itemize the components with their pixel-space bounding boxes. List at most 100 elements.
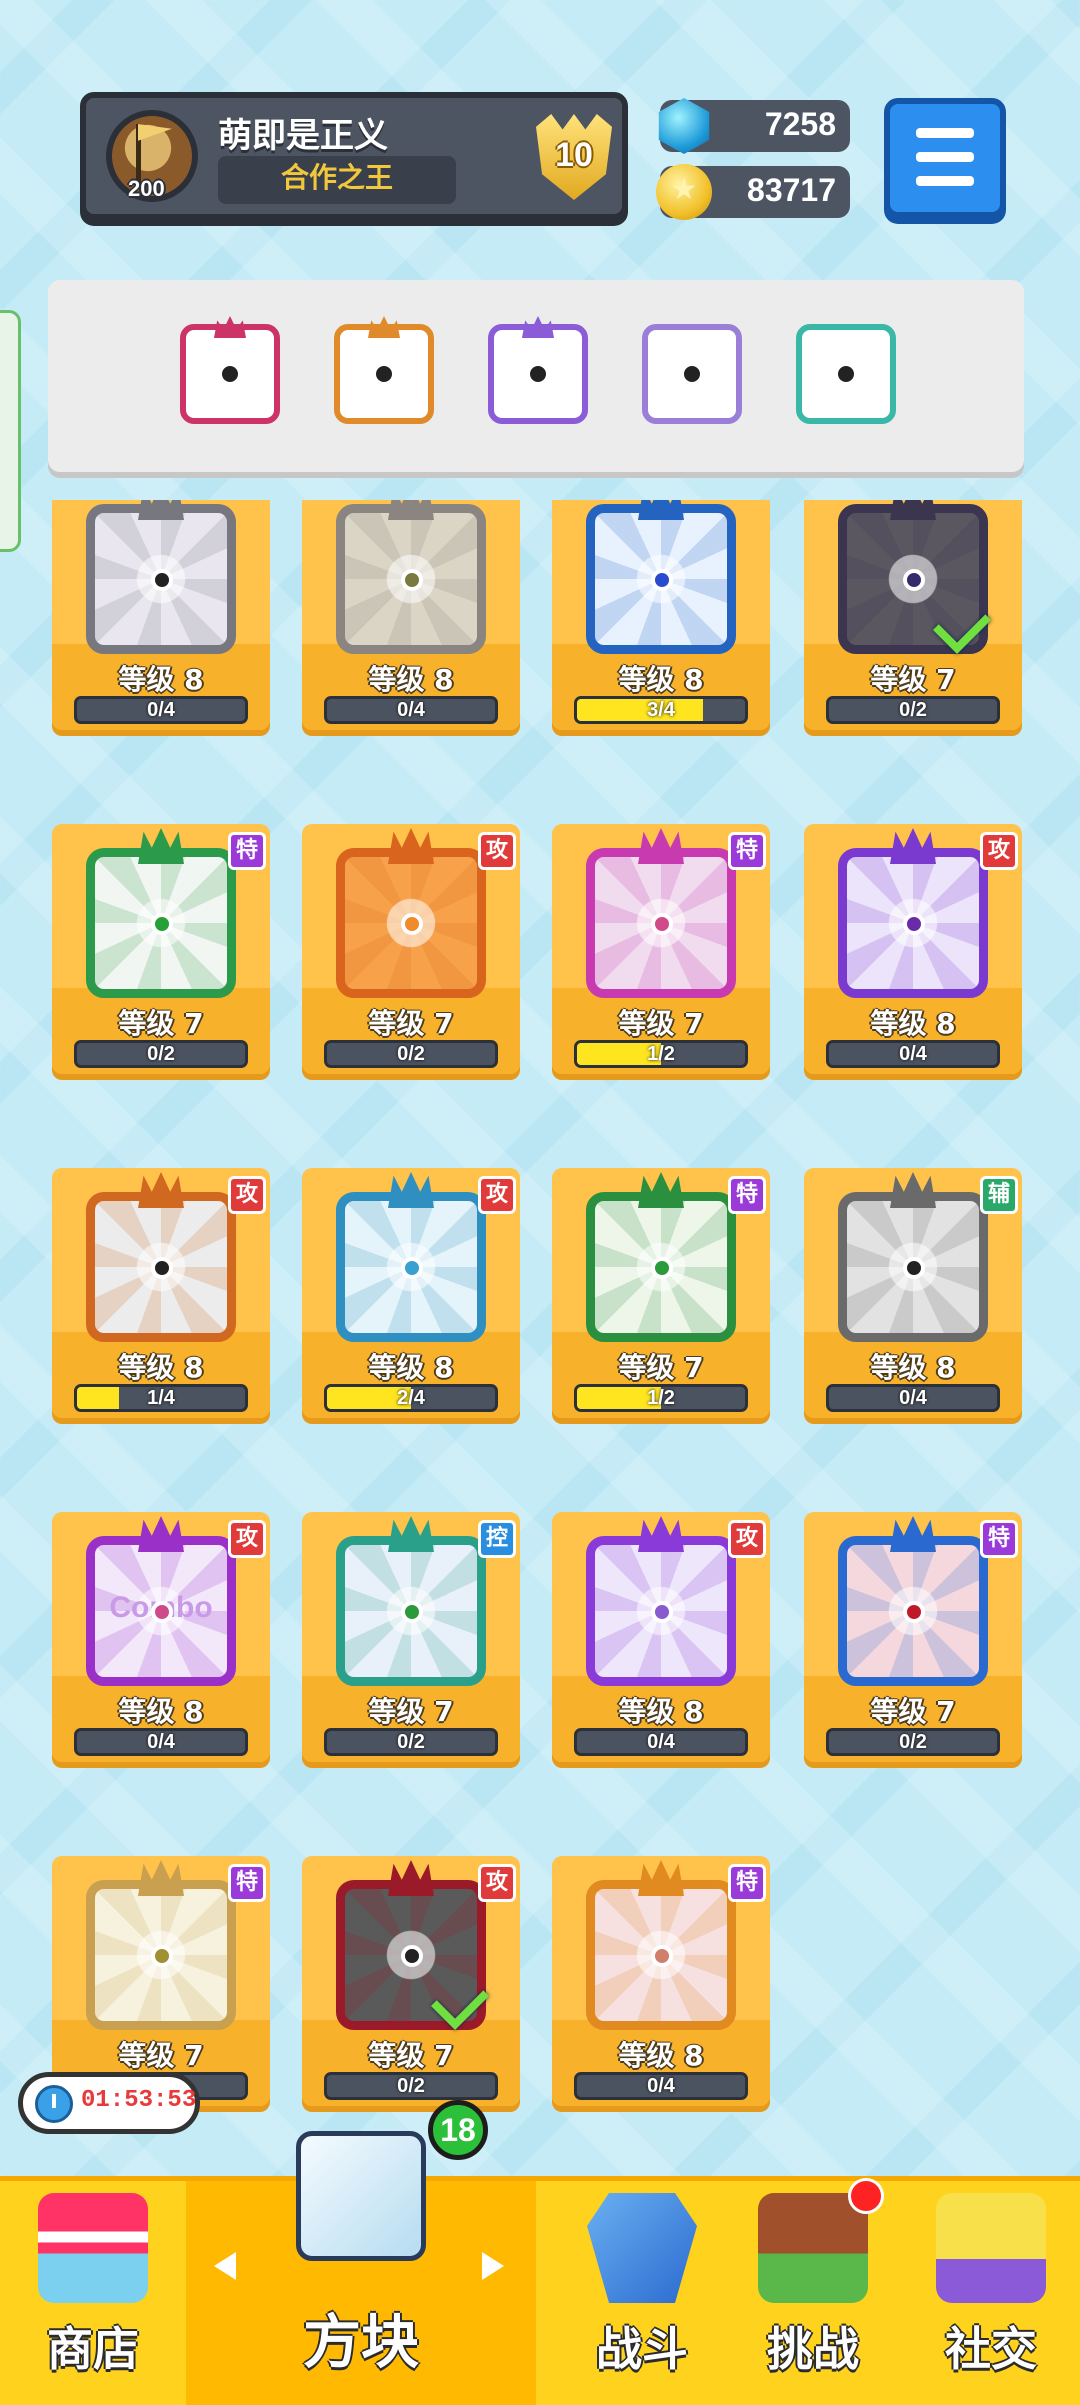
deck-dice-hands[interactable] — [796, 324, 896, 424]
dragon-crown-icon — [388, 1516, 434, 1552]
dice-card[interactable]: 等级 7 0/2 — [804, 500, 1022, 730]
rank-number: 10 — [555, 136, 593, 174]
dice-card[interactable]: 特等级 70/2 — [804, 1512, 1022, 1762]
upgrade-progress-bar: 0/4 — [74, 1728, 248, 1756]
dragon-crown-icon — [638, 500, 684, 520]
dice-card[interactable]: 等级 8 0/4 — [52, 500, 270, 730]
dice-face — [86, 848, 236, 998]
dice-face — [86, 504, 236, 654]
next-arrow-icon[interactable] — [482, 2252, 504, 2280]
nav-shop[interactable]: 商店 — [0, 2181, 186, 2405]
dice-face — [336, 504, 486, 654]
dice-type-badge: 特 — [728, 832, 766, 870]
dice-level: 等级 7 — [870, 1695, 956, 1728]
dice-card[interactable]: 等级 8 0/4 — [302, 500, 520, 730]
dice-card[interactable]: 辅等级 8 0/4 — [804, 1168, 1022, 1418]
nav-dice[interactable]: 方块 — [186, 2131, 536, 2405]
upgrade-progress-text: 0/2 — [147, 1043, 175, 1065]
dice-level: 等级 7 — [368, 1695, 454, 1728]
dice-card[interactable]: Combo攻等级 8 0/4 — [52, 1512, 270, 1762]
dragon-crown-icon — [368, 316, 400, 338]
dragon-crown-icon — [138, 500, 184, 520]
upgrade-progress-text: 0/4 — [647, 2075, 675, 2097]
dice-card[interactable]: 攻等级 7 0/2 — [302, 1856, 520, 2106]
dice-collection-grid[interactable]: 等级 8 0/4 等级 8 0/4 等级 8 3/4 等级 7 0/2 特等级 7 0/2 攻等级 … — [0, 500, 1080, 2180]
nav-battle[interactable]: 战斗 — [560, 2181, 724, 2405]
dice-type-badge: 辅 — [980, 1176, 1018, 1214]
dice-card[interactable]: 特等级 70/2 — [52, 1856, 270, 2106]
dice-card[interactable]: 攻等级 8 0/4 — [552, 1512, 770, 1762]
dice-type-badge: 攻 — [980, 832, 1018, 870]
dice-card[interactable]: 特等级 8 0/4 — [552, 1856, 770, 2106]
coins-counter[interactable]: 83717 — [656, 164, 850, 220]
dice-pip — [376, 366, 392, 382]
dice-pip — [838, 366, 854, 382]
dice-pip — [903, 913, 925, 935]
dice-level: 等级 8 — [618, 2039, 704, 2072]
dice-pip — [903, 1257, 925, 1279]
dice-card[interactable]: 特等级 7 1/2 — [552, 824, 770, 1074]
dragon-crown-icon — [638, 1172, 684, 1208]
dice-face — [586, 1536, 736, 1686]
dice-pip — [530, 366, 546, 382]
upgrade-progress-bar: 0/4 — [574, 2072, 748, 2100]
dice-pip — [151, 1601, 173, 1623]
dice-card[interactable]: 等级 8 3/4 — [552, 500, 770, 730]
dice-art — [326, 828, 496, 998]
menu-button[interactable] — [884, 98, 1006, 218]
upgrade-progress-text: 0/4 — [147, 1731, 175, 1753]
dice-pip — [151, 1257, 173, 1279]
dice-pip — [651, 569, 673, 591]
player-profile-panel[interactable]: 200 萌即是正义 合作之王 10 — [80, 92, 628, 220]
deck-dice-purple[interactable] — [488, 316, 588, 424]
upgrade-progress-bar: 0/4 — [74, 696, 248, 724]
coins-value: 83717 — [747, 172, 836, 208]
dragon-crown-icon — [388, 500, 434, 520]
dice-card[interactable]: 攻等级 8 1/4 — [52, 1168, 270, 1418]
upgrade-progress-bar: 0/2 — [74, 1040, 248, 1068]
dice-card[interactable]: 特等级 70/2 — [52, 824, 270, 1074]
dice-pip — [401, 913, 423, 935]
rank-badge[interactable]: 10 — [528, 108, 620, 208]
dice-card[interactable]: 攻等级 8 0/4 — [804, 824, 1022, 1074]
dice-art — [326, 1860, 496, 2030]
upgrade-progress-text: 0/2 — [397, 1043, 425, 1065]
dice-art — [576, 500, 746, 654]
deck-dice-mystery[interactable] — [642, 324, 742, 424]
nav-challenge[interactable]: 挑战 — [724, 2181, 902, 2405]
upgrade-progress-bar: 0/2 — [826, 1728, 1000, 1756]
dragon-crown-icon — [890, 828, 936, 864]
upgrade-progress-text: 1/2 — [647, 1387, 675, 1409]
prev-arrow-icon[interactable] — [214, 2252, 236, 2280]
dice-level: 等级 8 — [618, 1695, 704, 1728]
dice-face — [86, 1880, 236, 2030]
dice-card[interactable]: 控等级 7 0/2 — [302, 1512, 520, 1762]
dice-art — [76, 828, 246, 998]
upgrade-progress-bar: 1/2 — [574, 1384, 748, 1412]
upgrade-progress-bar: 0/4 — [574, 1728, 748, 1756]
dragon-crown-icon — [388, 1860, 434, 1896]
dice-level: 等级 8 — [368, 663, 454, 696]
upgrade-progress-text: 0/4 — [899, 1387, 927, 1409]
dice-type-badge: 控 — [478, 1520, 516, 1558]
nav-challenge-label: 挑战 — [767, 2322, 859, 2376]
upgrade-progress-text: 1/4 — [147, 1387, 175, 1409]
deck-dice-infinity[interactable] — [334, 316, 434, 424]
dice-card[interactable]: 攻等级 8 2/4 — [302, 1168, 520, 1418]
nav-social[interactable]: 社交 — [902, 2181, 1080, 2405]
dice-face: Combo — [86, 1536, 236, 1686]
dice-card[interactable]: 攻等级 7 0/2 — [302, 824, 520, 1074]
dice-art — [76, 1860, 246, 2030]
dice-card[interactable]: 特等级 7 1/2 — [552, 1168, 770, 1418]
upgrade-progress-text: 0/4 — [147, 699, 175, 721]
deck-dice-saw[interactable] — [180, 316, 280, 424]
dragon-crown-icon — [388, 828, 434, 864]
dice-art — [828, 828, 998, 998]
upgrade-progress-bar: 1/2 — [574, 1040, 748, 1068]
dice-type-badge: 攻 — [728, 1520, 766, 1558]
gems-counter[interactable]: 7258 — [658, 98, 850, 154]
upgrade-progress-text: 0/2 — [899, 1731, 927, 1753]
menu-icon-line — [916, 152, 974, 162]
equipped-deck — [48, 280, 1024, 472]
menu-icon-line — [916, 176, 974, 186]
